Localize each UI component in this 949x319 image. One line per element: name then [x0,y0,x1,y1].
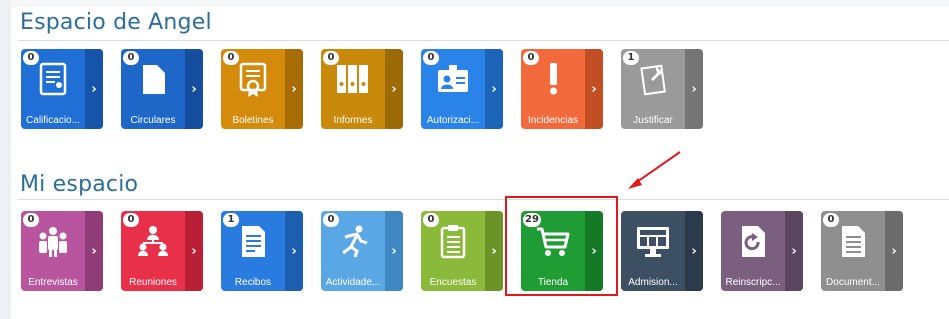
count-badge: 0 [123,213,139,227]
chevron-right-icon: › [291,243,297,259]
tile-label: Informes [333,115,373,126]
tile-boletines[interactable]: › 0 Boletines [221,49,303,129]
tile-arrow[interactable]: › [885,211,903,291]
count-badge: 0 [223,51,239,65]
tile-label: Reinscripc... [725,277,781,288]
count-badge: 1 [623,51,639,65]
tile-label: Circulares [130,115,176,126]
tile-label: Justificar [633,115,673,126]
chevron-right-icon: › [291,81,297,97]
tile-label: Incidencias [527,115,579,126]
tile-label: Boletines [232,115,274,126]
count-badge: 0 [323,213,339,227]
tile-arrow[interactable]: › [185,49,203,129]
count-badge: 0 [423,213,439,227]
count-badge: 1 [223,213,239,227]
count-badge: 0 [23,213,39,227]
chevron-right-icon: › [191,243,197,259]
chevron-right-icon: › [491,243,497,259]
section-title-angel: Espacio de Angel [20,10,212,35]
runner-icon [342,225,368,258]
left-border [0,0,11,319]
tile-arrow[interactable]: › [385,49,403,129]
monitor-icon [637,227,669,257]
count-badge: 0 [823,213,839,227]
id-card-icon [438,65,468,92]
chevron-right-icon: › [391,81,397,97]
clipboard-icon [440,225,466,259]
tile-incidencias[interactable]: › 0 Incidencias [521,49,603,129]
tile-arrow[interactable]: › [785,211,803,291]
tile-label: Entrevistas [28,277,78,288]
chevron-right-icon: › [591,81,597,97]
tile-arrow[interactable]: › [85,211,103,291]
chevron-right-icon: › [91,81,97,97]
chevron-right-icon: › [691,243,697,259]
tile-arrow[interactable]: › [385,211,403,291]
tile-arrow[interactable]: › [585,49,603,129]
tile-admision[interactable]: › Admision... [621,211,703,291]
tile-arrow[interactable]: › [185,211,203,291]
count-badge: 0 [423,51,439,65]
chevron-right-icon: › [191,81,197,97]
award-icon [239,62,267,97]
tile-label: Autorizaci... [426,115,480,126]
count-badge: 0 [323,51,339,65]
chevron-right-icon: › [391,243,397,259]
tile-circulares[interactable]: › 0 Circulares [121,49,203,129]
tile-informes[interactable]: › 0 Informes [321,49,403,129]
tile-reuniones[interactable]: › 0 Reuniones [121,211,203,291]
chevron-right-icon: › [891,243,897,259]
section-title-mi-espacio: Mi espacio [20,172,139,197]
tile-label: Actividade... [325,277,381,288]
tile-arrow[interactable]: › [685,211,703,291]
highlight-box [505,196,618,296]
exclamation-icon [550,63,557,95]
pin-note-icon [640,64,666,96]
binders-icon [337,65,368,93]
tile-arrow[interactable]: › [285,211,303,291]
tile-label: Encuestas [429,277,477,288]
chevron-right-icon: › [91,243,97,259]
org-chart-icon [138,226,168,256]
tile-label: Reuniones [129,277,177,288]
tile-label: Recibos [234,277,272,288]
tile-reinscripc[interactable]: › Reinscripc... [721,211,803,291]
tile-document[interactable]: › 0 Document... [821,211,903,291]
section-divider [18,199,949,200]
document-icon [143,65,165,94]
count-badge: 0 [523,51,539,65]
tile-arrow[interactable]: › [485,211,503,291]
receipt-icon [242,226,265,257]
count-badge: 0 [23,51,39,65]
tile-encuestas[interactable]: › 0 Encuestas [421,211,503,291]
chevron-right-icon: › [491,81,497,97]
tile-arrow[interactable]: › [285,49,303,129]
tile-calificacio[interactable]: › 0 Calificacio... [21,49,103,129]
red-arrow-icon [628,151,681,189]
tile-autorizaci[interactable]: › 0 Autorizaci... [421,49,503,129]
refresh-doc-icon [742,226,765,257]
documents-icon [842,226,865,257]
tile-entrevistas[interactable]: › 0 Entrevistas [21,211,103,291]
tile-label: Document... [826,277,880,288]
group-icon [39,227,67,257]
tile-justificar[interactable]: › 1 Justificar [621,49,703,129]
certificate-icon [39,62,67,96]
tile-label: Admision... [628,277,678,288]
tile-arrow[interactable]: › [485,49,503,129]
tile-label: Calificacio... [26,115,80,126]
top-border [0,0,949,7]
tile-arrow[interactable]: › [85,49,103,129]
count-badge: 0 [123,51,139,65]
section-divider [18,40,949,41]
chevron-right-icon: › [791,243,797,259]
chevron-right-icon: › [691,81,697,97]
tile-recibos[interactable]: › 1 Recibos [221,211,303,291]
tile-actividade[interactable]: › 0 Actividade... [321,211,403,291]
tile-arrow[interactable]: › [685,49,703,129]
